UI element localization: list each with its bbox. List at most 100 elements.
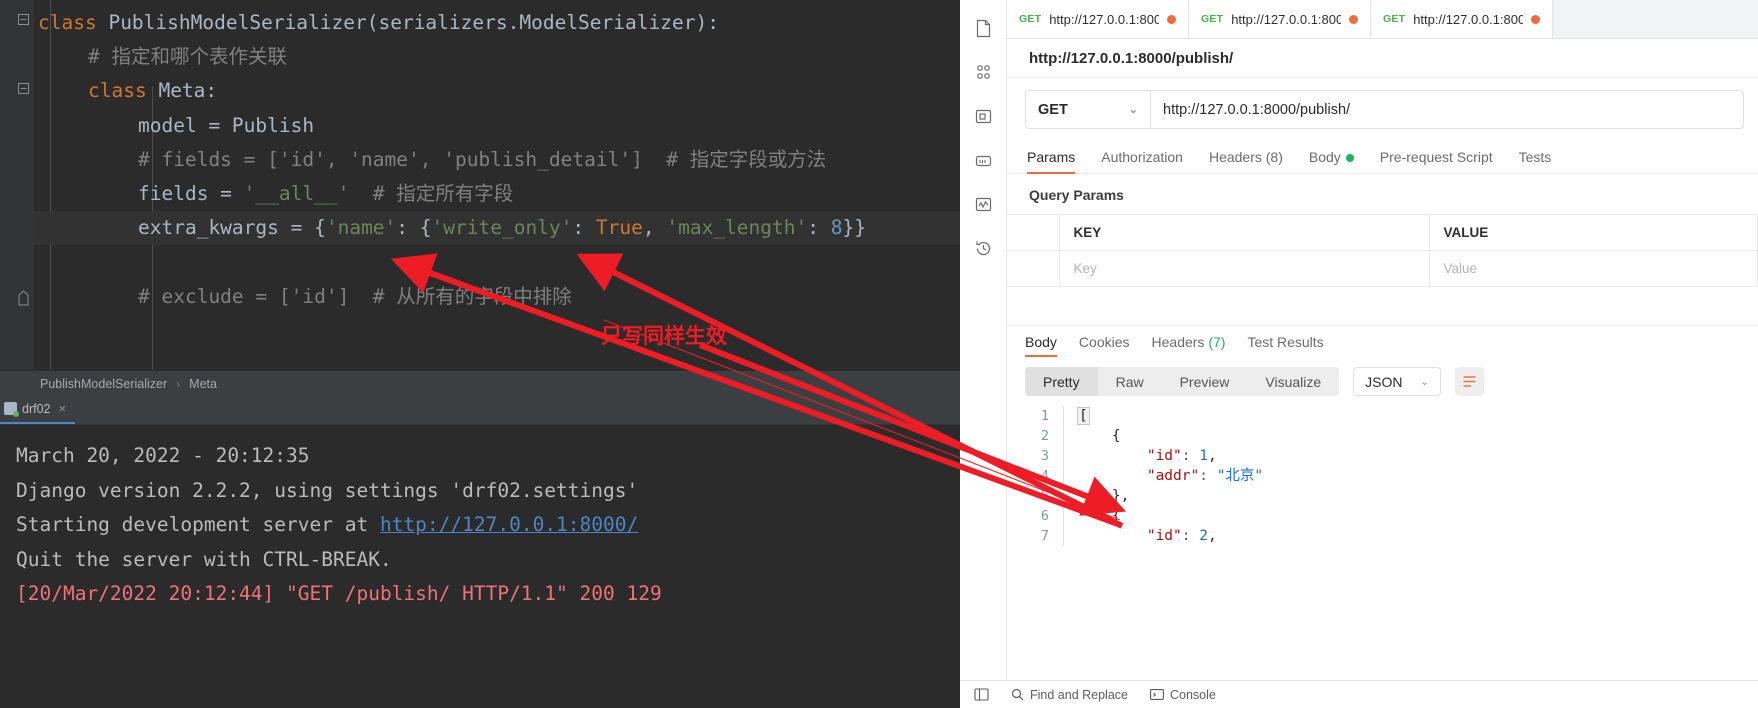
code-token: class [88, 79, 159, 103]
row-checkbox[interactable] [1007, 250, 1060, 287]
run-config-icon [4, 402, 19, 417]
request-tab-params[interactable]: Params [1027, 149, 1076, 174]
response-code-line: 3 "id": 1, [1025, 446, 1758, 466]
code-line[interactable]: # 指定和哪个表作关联 [34, 40, 960, 74]
history-icon[interactable] [963, 226, 1003, 270]
monitor-icon[interactable] [963, 182, 1003, 226]
response-code-line: 1[ [1025, 406, 1758, 426]
request-tab-method: GET [1383, 13, 1406, 25]
query-params-table[interactable]: KEY VALUE Key Value [1007, 214, 1758, 287]
request-title: http://127.0.0.1:8000/publish/ [1007, 39, 1758, 78]
code-token: # 指定所有字段 [349, 182, 514, 205]
http-method-select[interactable]: GET ⌄ [1025, 90, 1150, 129]
request-section-tabs[interactable]: Params Authorization Headers (8) Body Pre-re… [1007, 141, 1758, 174]
code-line[interactable]: fields = '__all__' # 指定所有字段 [34, 177, 960, 211]
environments-icon[interactable] [963, 138, 1003, 182]
file-icon[interactable] [963, 6, 1003, 50]
console-text: Django version 2.2.2, using settings 'dr… [16, 478, 639, 502]
console-icon [1150, 689, 1164, 700]
apis-icon[interactable] [963, 94, 1003, 138]
code-line[interactable]: # exclude = ['id'] # 从所有的字段中排除 [34, 280, 960, 314]
response-tab-test-results[interactable]: Test Results [1247, 334, 1323, 357]
code-token: fields = [138, 182, 244, 205]
http-method-value: GET [1038, 101, 1068, 118]
code-token: Meta [158, 79, 206, 103]
console-line: Django version 2.2.2, using settings 'dr… [16, 474, 960, 509]
unsaved-indicator-icon[interactable] [1531, 14, 1540, 24]
editor-gutter[interactable] [0, 0, 34, 370]
console-button[interactable]: Console [1150, 688, 1216, 702]
request-tab-pre-request-script[interactable]: Pre-request Script [1380, 149, 1493, 173]
console-text: Quit the server with CTRL-BREAK. [16, 547, 392, 571]
response-view-mode-group[interactable]: Pretty Raw Preview Visualize [1025, 367, 1340, 396]
view-mode-pretty[interactable]: Pretty [1025, 367, 1098, 396]
code-lines[interactable]: class PublishModelSerializer(serializers… [34, 0, 960, 370]
breadcrumb-member[interactable]: Meta [189, 377, 217, 391]
code-line[interactable]: # fields = ['id', 'name', 'publish_detai… [34, 143, 960, 177]
request-tabbar[interactable]: GET http://127.0.0.1:8000/p GET http://127.… [1007, 0, 1758, 39]
code-line[interactable] [34, 245, 960, 279]
find-and-replace-label: Find and Replace [1030, 687, 1128, 702]
response-tab-headers[interactable]: Headers (7) [1152, 334, 1226, 357]
collections-icon[interactable] [963, 50, 1003, 94]
breadcrumb-class[interactable]: PublishModelSerializer [40, 377, 167, 391]
find-and-replace-button[interactable]: Find and Replace [1011, 688, 1128, 702]
tab-label: Body [1308, 149, 1341, 165]
response-body-code[interactable]: 1[2 {3 "id": 1, 4 "addr": "北京" 5 }, 6 {7 "i… [1007, 406, 1758, 556]
layout-toggle-icon[interactable] [974, 687, 989, 702]
request-tab-headers[interactable]: Headers (8) [1209, 149, 1283, 173]
request-tab-2[interactable]: GET http://127.0.0.1:8000/b [1189, 0, 1371, 38]
view-mode-visualize[interactable]: Visualize [1247, 367, 1339, 396]
run-tab-drf02[interactable]: drf02 × [0, 395, 76, 424]
run-tool-tabbar: drf02 × [0, 396, 960, 425]
postman-sidebar[interactable] [960, 0, 1007, 708]
request-tab-3[interactable]: GET http://127.0.0.1:8000/p [1371, 0, 1553, 38]
code-line[interactable]: class Meta: [34, 74, 960, 108]
code-token: # exclude = ['id'] # 从所有的字段中排除 [138, 284, 572, 308]
view-mode-raw[interactable]: Raw [1098, 367, 1162, 396]
table-row[interactable]: Key Value [1007, 250, 1758, 287]
response-code-line: 7 "id": 2, [1025, 526, 1758, 546]
code-editor[interactable]: class PublishModelSerializer(serializers… [0, 0, 960, 370]
console-link[interactable]: http://127.0.0.1:8000/ [380, 513, 638, 536]
response-section-tabs[interactable]: Body Cookies Headers (7) Test Results [1007, 325, 1758, 357]
response-tab-body[interactable]: Body [1025, 334, 1057, 357]
console-line: Starting development server at http://12… [16, 508, 960, 543]
param-key-cell[interactable]: Key [1059, 250, 1430, 287]
unsaved-indicator-icon[interactable] [1349, 14, 1358, 24]
breadcrumb[interactable]: PublishModelSerializer › Meta [0, 370, 960, 396]
code-token: model = Publish [138, 113, 315, 137]
param-value-cell[interactable]: Value [1429, 250, 1758, 287]
annotation-note: 只写同样生效 [601, 324, 727, 348]
search-icon [1011, 688, 1024, 701]
request-tab-body[interactable]: Body [1309, 149, 1354, 173]
word-wrap-icon[interactable] [1455, 367, 1485, 396]
line-number: 5 [1040, 488, 1049, 504]
code-token: True [595, 216, 643, 240]
fold-arrow-icon-2[interactable] [18, 83, 29, 94]
request-tab-tests[interactable]: Tests [1519, 149, 1552, 173]
response-format-select[interactable]: JSON ⌄ [1353, 367, 1442, 396]
code-line[interactable]: class PublishModelSerializer(serializers… [34, 6, 960, 40]
chevron-down-icon: ⌄ [1128, 104, 1138, 116]
unsaved-indicator-icon[interactable] [1167, 14, 1176, 24]
request-tab-authorization[interactable]: Authorization [1101, 149, 1183, 173]
code-line[interactable]: model = Publish [34, 109, 960, 143]
code-token: (serializers.ModelSerializer): [366, 11, 719, 34]
request-tab-1[interactable]: GET http://127.0.0.1:8000/p [1007, 0, 1189, 38]
console-label: Console [1169, 687, 1216, 702]
fold-end-icon[interactable] [18, 290, 29, 306]
view-mode-preview[interactable]: Preview [1162, 367, 1248, 396]
url-input[interactable]: http://127.0.0.1:8000/publish/ [1150, 90, 1744, 129]
console-line: [20/Mar/2022 20:12:44] "GET /publish/ HT… [16, 577, 960, 612]
response-tab-cookies[interactable]: Cookies [1079, 334, 1130, 357]
run-console-output[interactable]: March 20, 2022 - 20:12:35 Django version … [0, 425, 960, 708]
code-token: extra_kwargs = { [138, 216, 326, 240]
request-tab-url: http://127.0.0.1:8000/p [1049, 11, 1159, 27]
fold-arrow-icon[interactable] [18, 14, 29, 25]
console-text: March 20, 2022 - 20:12:35 [16, 444, 310, 467]
code-token: 'write_only' [431, 216, 573, 240]
column-header-value: VALUE [1429, 214, 1758, 251]
code-line[interactable]: extra_kwargs = {'name': {'write_only': T… [34, 211, 960, 246]
close-icon[interactable]: × [59, 401, 67, 416]
